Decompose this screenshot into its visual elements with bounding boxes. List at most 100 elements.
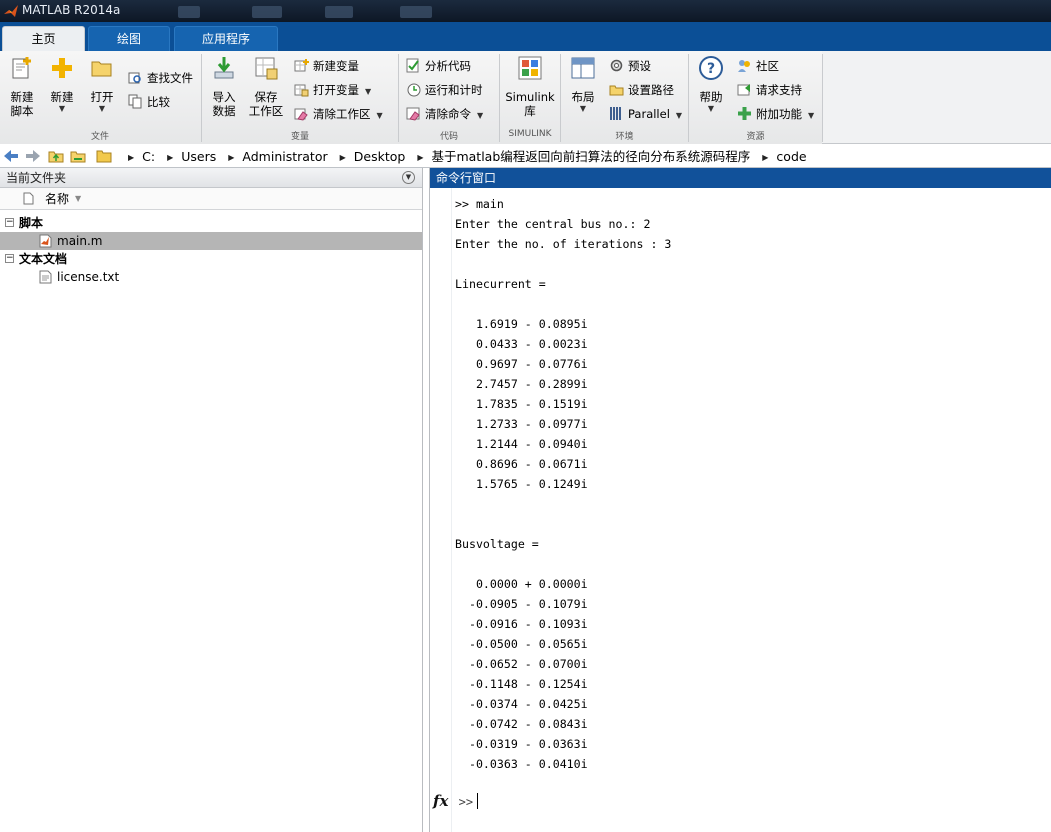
- find-files-button[interactable]: 查找文件: [128, 69, 193, 87]
- breadcrumb-item[interactable]: Administrator: [242, 149, 327, 164]
- breadcrumb-item[interactable]: Desktop: [354, 149, 406, 164]
- dropdown-arrow-icon[interactable]: ▼: [377, 111, 383, 120]
- prompt-symbol: >>: [458, 795, 474, 809]
- name-column-label: 名称: [45, 192, 70, 206]
- add-ons-button[interactable]: 附加功能 ▼: [737, 105, 814, 123]
- text-file-icon: [39, 270, 52, 284]
- open-label: 打开: [90, 90, 114, 104]
- chevron-right-icon[interactable]: ▶: [128, 146, 134, 169]
- new-button[interactable]: 新建 ▼: [46, 55, 78, 114]
- file-name: main.m: [57, 234, 103, 248]
- request-support-button[interactable]: 请求支持: [737, 81, 802, 99]
- import-data-button[interactable]: 导入 数据: [206, 55, 242, 118]
- matlab-script-file-icon: [39, 234, 52, 248]
- dropdown-arrow-icon[interactable]: ▼: [676, 111, 682, 120]
- analyze-code-label: 分析代码: [425, 59, 471, 73]
- parallel-button[interactable]: Parallel ▼: [609, 105, 682, 123]
- file-row-license-txt[interactable]: license.txt: [0, 268, 422, 286]
- ribbon: 新建 脚本 新建 ▼ 打开 ▼ 查找文件 比较 文件 导入 数据 保存 工作区 …: [0, 51, 1051, 144]
- breadcrumb-item[interactable]: code: [776, 149, 806, 164]
- group-text-documents[interactable]: − 文本文档: [0, 250, 422, 268]
- help-button[interactable]: ? 帮助 ▼: [694, 55, 728, 114]
- current-folder-panel: 当前文件夹 ▼ 名称 ▼ − 脚本 main.m − 文本文档 license.…: [0, 168, 423, 832]
- run-and-time-button[interactable]: 运行和计时: [406, 81, 483, 99]
- preferences-button[interactable]: 预设: [609, 57, 651, 75]
- new-variable-button[interactable]: 新建变量: [294, 57, 359, 75]
- simulink-library-button[interactable]: Simulink 库: [504, 55, 556, 118]
- collapse-toggle-icon[interactable]: −: [5, 218, 14, 227]
- dropdown-arrow-icon[interactable]: ▼: [365, 87, 371, 96]
- dropdown-arrow-icon[interactable]: ▼: [808, 111, 814, 120]
- file-row-main-m[interactable]: main.m: [0, 232, 422, 250]
- command-output: >> main Enter the central bus no.: 2 Ent…: [455, 197, 672, 771]
- sort-arrow-icon[interactable]: ▼: [75, 188, 81, 210]
- clear-commands-button[interactable]: 清除命令 ▼: [406, 105, 483, 123]
- tab-apps[interactable]: 应用程序: [174, 26, 278, 51]
- clear-workspace-icon: [294, 108, 308, 121]
- up-folder-icon[interactable]: [48, 149, 64, 163]
- import-data-icon: [214, 57, 234, 79]
- open-variable-label: 打开变量: [313, 83, 359, 97]
- function-browser-icon[interactable]: fx: [433, 792, 448, 810]
- open-button[interactable]: 打开 ▼: [86, 55, 118, 114]
- add-ons-icon: [738, 107, 751, 120]
- clear-workspace-button[interactable]: 清除工作区 ▼: [294, 105, 383, 123]
- tab-home[interactable]: 主页: [2, 26, 85, 51]
- name-column-header[interactable]: 名称 ▼: [0, 188, 422, 210]
- current-folder-title: 当前文件夹: [6, 171, 67, 185]
- open-variable-button[interactable]: 打开变量 ▼: [294, 81, 371, 99]
- breadcrumb-item[interactable]: C:: [142, 149, 155, 164]
- layout-button[interactable]: 布局 ▼: [566, 55, 600, 114]
- group-scripts[interactable]: − 脚本: [0, 214, 422, 232]
- import-data-label: 导入 数据: [212, 90, 236, 118]
- breadcrumb-item[interactable]: Users: [181, 149, 216, 164]
- chevron-right-icon[interactable]: ▶: [167, 146, 173, 169]
- group-label-variable: 变量: [290, 132, 309, 142]
- file-type-column-icon: [23, 192, 34, 205]
- group-label-resources: 资源: [746, 132, 765, 142]
- breadcrumb-item[interactable]: 基于matlab编程返回向前扫算法的径向分布系统源码程序: [431, 149, 750, 164]
- chevron-right-icon[interactable]: ▶: [340, 146, 346, 169]
- chevron-right-icon[interactable]: ▶: [762, 146, 768, 169]
- collapse-toggle-icon[interactable]: −: [5, 254, 14, 263]
- new-variable-icon: [294, 59, 309, 72]
- back-arrow-icon[interactable]: [3, 149, 19, 163]
- browse-folder-icon[interactable]: [70, 149, 86, 163]
- group-label-code: 代码: [439, 132, 458, 142]
- preferences-label: 预设: [628, 59, 651, 73]
- command-prompt-line[interactable]: fx >>: [433, 790, 479, 812]
- save-workspace-icon: [255, 57, 278, 80]
- group-divider: [822, 54, 823, 142]
- command-window-header: 命令行窗口: [430, 168, 1051, 188]
- gear-icon: [610, 59, 623, 72]
- group-label-environment: 环境: [615, 132, 634, 142]
- save-workspace-button[interactable]: 保存 工作区: [247, 55, 285, 118]
- blurred-window-icon: [325, 6, 353, 18]
- panel-actions-icon[interactable]: ▼: [402, 171, 415, 184]
- simulink-library-label: Simulink 库: [505, 90, 555, 118]
- matlab-logo-icon: [4, 5, 18, 17]
- folder-icon: [96, 150, 112, 163]
- current-folder-header: 当前文件夹 ▼: [0, 168, 422, 188]
- group-label-simulink: SIMULINK: [508, 129, 552, 139]
- community-button[interactable]: 社区: [737, 57, 779, 75]
- plus-icon: [52, 58, 72, 78]
- layout-icon: [571, 57, 595, 79]
- command-window[interactable]: 命令行窗口 >> main Enter the central bus no.:…: [429, 168, 1051, 832]
- forward-arrow-icon[interactable]: [25, 149, 41, 163]
- set-path-label: 设置路径: [628, 83, 674, 97]
- new-script-button[interactable]: 新建 脚本: [4, 55, 40, 118]
- find-files-icon: [128, 72, 141, 84]
- compare-button[interactable]: 比较: [128, 93, 170, 111]
- request-support-label: 请求支持: [756, 83, 802, 97]
- ribbon-tab-strip: 主页 绘图 应用程序: [0, 22, 1051, 51]
- chevron-right-icon[interactable]: ▶: [228, 146, 234, 169]
- dropdown-arrow-icon: ▼: [98, 104, 106, 113]
- chevron-right-icon[interactable]: ▶: [417, 146, 423, 169]
- analyze-code-button[interactable]: 分析代码: [406, 57, 471, 75]
- run-and-time-icon: [407, 83, 421, 97]
- dropdown-arrow-icon[interactable]: ▼: [477, 111, 483, 120]
- blurred-window-icon: [178, 6, 200, 18]
- tab-plots[interactable]: 绘图: [88, 26, 170, 51]
- set-path-button[interactable]: 设置路径: [609, 81, 674, 99]
